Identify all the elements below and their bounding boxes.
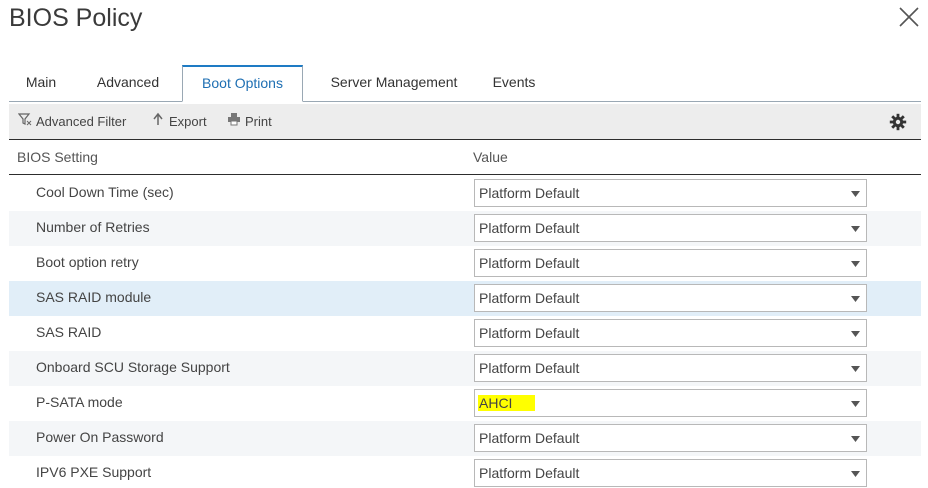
chevron-down-icon [851,296,860,302]
chevron-down-icon [851,191,860,197]
value-dropdown[interactable]: Platform Default [474,179,867,207]
setting-label: Number of Retries [36,219,150,235]
dropdown-value: Platform Default [479,220,580,236]
dropdown-value: Platform Default [479,465,580,481]
export-arrow-icon [151,104,165,140]
dropdown-value: Platform Default [479,325,580,341]
tab-advanced[interactable]: Advanced [89,66,167,102]
value-dropdown[interactable]: Platform Default [474,354,867,382]
table-row: Power On Password Platform Default [9,421,921,456]
dropdown-value: Platform Default [479,360,580,376]
table-row: Cool Down Time (sec) Platform Default [9,176,921,211]
setting-label: P-SATA mode [36,394,123,410]
tab-main[interactable]: Main [19,66,63,102]
value-dropdown[interactable]: Platform Default [474,424,867,452]
table-row: P-SATA mode AHCI [9,386,921,421]
settings-table: Cool Down Time (sec) Platform Default Nu… [9,176,921,488]
value-dropdown[interactable]: Platform Default [474,319,867,347]
export-button[interactable]: Export [151,104,207,140]
print-button[interactable]: Print [227,104,272,140]
chevron-down-icon [851,261,860,267]
printer-icon [227,104,241,140]
chevron-down-icon [851,436,860,442]
advanced-filter-button[interactable]: Advanced Filter [17,104,127,140]
dropdown-value: Platform Default [479,255,580,271]
chevron-down-icon [851,471,860,477]
tab-bar: Main Advanced Boot Options Server Manage… [9,65,921,102]
table-row: SAS RAID Platform Default [9,316,921,351]
setting-label: Onboard SCU Storage Support [36,359,230,375]
value-dropdown[interactable]: Platform Default [474,249,867,277]
setting-label: Power On Password [36,429,164,445]
table-header: BIOS Setting Value [9,141,921,175]
table-row: IPV6 PXE Support Platform Default [9,456,921,488]
close-icon[interactable] [898,6,920,28]
chevron-down-icon [851,366,860,372]
setting-label: SAS RAID [36,324,102,340]
chevron-down-icon [851,331,860,337]
setting-label: Cool Down Time (sec) [36,184,174,200]
dropdown-value: Platform Default [479,430,580,446]
value-dropdown[interactable]: Platform Default [474,284,867,312]
advanced-filter-label: Advanced Filter [36,114,127,129]
gear-icon[interactable] [889,113,907,131]
chevron-down-icon [851,226,860,232]
dropdown-value: Platform Default [479,185,580,201]
dialog-title: BIOS Policy [9,4,143,32]
column-header-value[interactable]: Value [473,149,508,165]
value-dropdown[interactable]: Platform Default [474,214,867,242]
column-header-bios-setting[interactable]: BIOS Setting [17,149,98,165]
table-row: Onboard SCU Storage Support Platform Def… [9,351,921,386]
dropdown-value: AHCI [478,395,536,411]
setting-label: Boot option retry [36,254,139,270]
filter-icon [17,104,32,140]
tab-events[interactable]: Events [484,66,544,102]
tab-boot-options[interactable]: Boot Options [182,65,303,102]
chevron-down-icon [851,401,860,407]
setting-label: SAS RAID module [36,289,152,305]
print-label: Print [245,114,272,129]
value-dropdown[interactable]: Platform Default [474,459,867,487]
setting-label: IPV6 PXE Support [36,464,152,480]
toolbar: Advanced Filter Export Print [9,104,921,140]
table-row: Number of Retries Platform Default [9,211,921,246]
value-dropdown[interactable]: AHCI [474,389,867,417]
tab-server-management[interactable]: Server Management [315,66,473,102]
dropdown-value: Platform Default [479,290,580,306]
export-label: Export [169,114,207,129]
table-row: SAS RAID module Platform Default [9,281,921,316]
table-row: Boot option retry Platform Default [9,246,921,281]
